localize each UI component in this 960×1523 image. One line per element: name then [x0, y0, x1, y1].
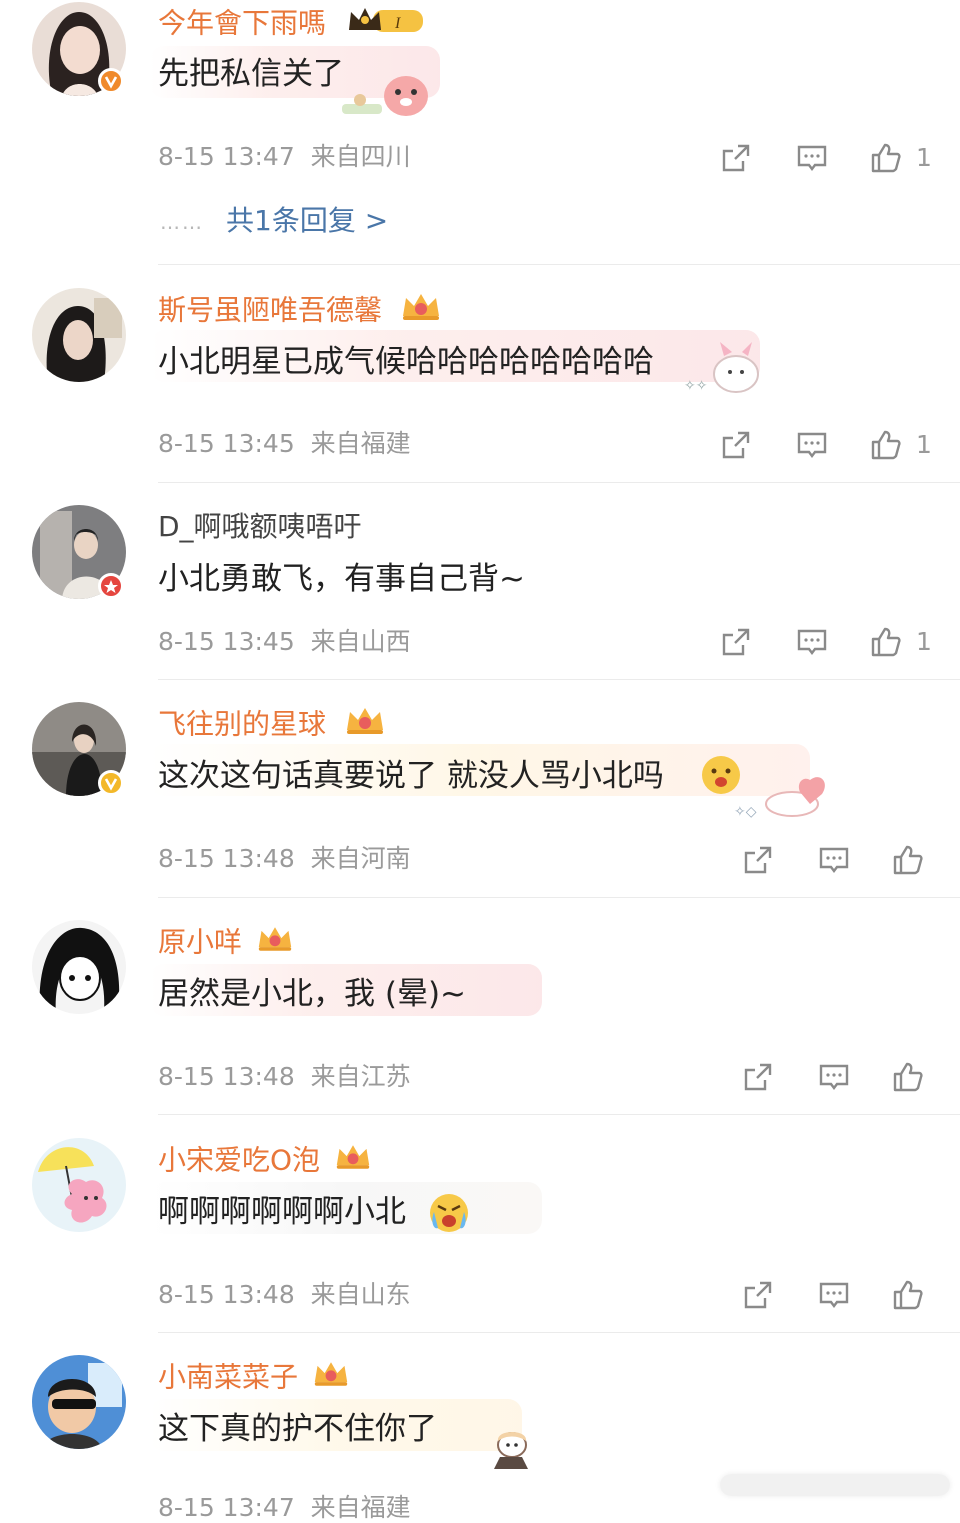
crown-icon [335, 1142, 371, 1181]
comment-text: 这下真的护不住你了 [158, 1411, 437, 1447]
comment-text: 小北勇敢飞，有事自己背~ [158, 561, 525, 597]
emoji-icon [428, 1192, 470, 1238]
share-icon [722, 628, 750, 656]
sticker-icon [478, 1423, 540, 1477]
share-icon [744, 1281, 772, 1309]
comment-icon [819, 847, 849, 873]
comment-icon [797, 629, 827, 655]
comment-meta: 8-15 13:45 来自山西 [158, 627, 411, 656]
like-icon [893, 1280, 923, 1310]
username[interactable]: D_啊哦额咦唔吁 [158, 509, 362, 545]
like-button[interactable] [866, 622, 906, 662]
share-button[interactable] [716, 425, 756, 465]
username[interactable]: 斯号虽陋唯吾德馨 [158, 292, 441, 331]
like-count: 1 [916, 143, 932, 172]
sticker-icon [338, 66, 438, 124]
comment-icon [797, 432, 827, 458]
comment-button[interactable] [814, 1275, 854, 1315]
like-button[interactable] [888, 1057, 928, 1097]
share-icon [722, 144, 750, 172]
horizontal-scrollbar[interactable] [720, 1474, 950, 1496]
crown-icon [345, 706, 385, 745]
verified-icon [98, 573, 124, 599]
like-count: 1 [916, 430, 932, 459]
share-button[interactable] [716, 622, 756, 662]
comment-text: 这次这句话真要说了 就没人骂小北吗 [158, 758, 664, 794]
comment-text: 小北明星已成气候哈哈哈哈哈哈哈哈 [158, 344, 654, 380]
username[interactable]: 飞往别的星球 [158, 706, 385, 745]
vip-crown-icon: I [345, 4, 429, 45]
username[interactable]: 小南菜菜子 [158, 1359, 349, 1398]
svg-text:✧◇: ✧◇ [734, 804, 757, 820]
share-icon [744, 1063, 772, 1091]
comment-button[interactable] [814, 840, 854, 880]
share-button[interactable] [716, 138, 756, 178]
username[interactable]: 小宋爱吃O泡 [158, 1142, 371, 1181]
share-button[interactable] [738, 840, 778, 880]
avatar[interactable] [32, 920, 126, 1014]
comment-meta: 8-15 13:45 来自福建 [158, 429, 411, 458]
share-icon [722, 431, 750, 459]
comment-button[interactable] [792, 622, 832, 662]
like-button[interactable] [866, 138, 906, 178]
username[interactable]: 原小咩 [158, 924, 293, 963]
share-button[interactable] [738, 1057, 778, 1097]
sticker-icon: ✧◇ [730, 772, 830, 826]
comment-button[interactable] [814, 1057, 854, 1097]
comment-meta: 8-15 13:47 来自福建 [158, 1493, 411, 1522]
comment-icon [819, 1282, 849, 1308]
comment-button[interactable] [792, 138, 832, 178]
sticker-icon: ✧✧ [680, 338, 774, 408]
comment-meta: 8-15 13:48 来自河南 [158, 844, 411, 873]
avatar[interactable] [32, 1138, 126, 1232]
crown-icon [401, 292, 441, 331]
comment-meta: 8-15 13:48 来自江苏 [158, 1062, 411, 1091]
verified-icon [98, 770, 124, 796]
comment-icon [819, 1064, 849, 1090]
like-button[interactable] [866, 425, 906, 465]
like-icon [871, 627, 901, 657]
share-button[interactable] [738, 1275, 778, 1315]
verified-icon [98, 68, 124, 94]
comment-button[interactable] [792, 425, 832, 465]
username[interactable]: 今年會下雨嗎 I [158, 4, 429, 45]
avatar[interactable] [32, 1355, 126, 1449]
comment-text: 居然是小北，我 (晕)~ [158, 976, 467, 1012]
crown-icon [313, 1359, 349, 1398]
comment-text: 啊啊啊啊啊啊小北 [158, 1194, 406, 1230]
svg-text:I: I [394, 15, 401, 32]
like-icon [871, 430, 901, 460]
like-count: 1 [916, 627, 932, 656]
like-button[interactable] [888, 840, 928, 880]
comment-meta: 8-15 13:47 来自四川 [158, 142, 411, 171]
comment-icon [797, 145, 827, 171]
avatar[interactable] [32, 288, 126, 382]
comment-text: 先把私信关了 [158, 56, 344, 92]
like-button[interactable] [888, 1275, 928, 1315]
view-replies-link[interactable]: …… 共1条回复 > [160, 204, 388, 239]
comment-meta: 8-15 13:48 来自山东 [158, 1280, 411, 1309]
like-icon [893, 1062, 923, 1092]
crown-icon [257, 924, 293, 963]
share-icon [744, 846, 772, 874]
like-icon [893, 845, 923, 875]
svg-text:✧✧: ✧✧ [684, 378, 708, 394]
like-icon [871, 143, 901, 173]
